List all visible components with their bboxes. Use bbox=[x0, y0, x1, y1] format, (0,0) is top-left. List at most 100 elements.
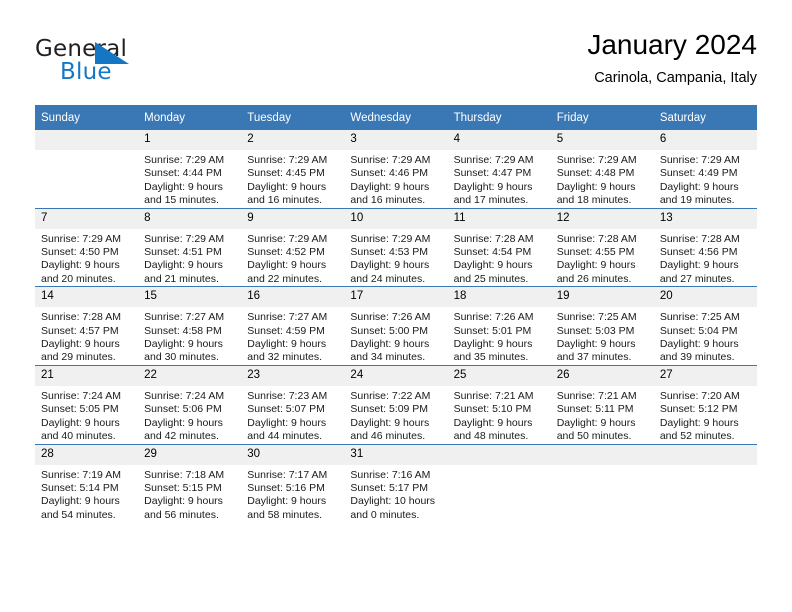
daylight-text-line1: Daylight: 9 hours bbox=[247, 338, 327, 351]
day-details: Sunrise: 7:29 AM Sunset: 4:45 PM Daylight:… bbox=[241, 150, 344, 208]
sunset-text: Sunset: 4:52 PM bbox=[247, 246, 325, 259]
calendar-day-cell[interactable]: 26 Sunrise: 7:21 AM Sunset: 5:11 PM Dayligh… bbox=[550, 364, 654, 444]
calendar-day-cell[interactable]: 10 Sunrise: 7:29 AM Sunset: 4:53 PM Dayligh… bbox=[344, 207, 448, 287]
sunset-text: Sunset: 5:17 PM bbox=[350, 481, 429, 494]
calendar-grid: Sunday Monday Tuesday Wednesday Thursday… bbox=[35, 105, 757, 523]
sunset-text: Sunset: 4:48 PM bbox=[556, 167, 635, 180]
calendar-day-cell[interactable]: 19 Sunrise: 7:25 AM Sunset: 5:03 PM Dayligh… bbox=[550, 286, 654, 366]
day-details: Sunrise: 7:29 AM Sunset: 4:46 PM Daylight:… bbox=[344, 150, 447, 208]
daylight-text-line2: and 22 minutes. bbox=[247, 272, 322, 285]
day-number: 4 bbox=[447, 130, 551, 150]
sunrise-text: Sunrise: 7:29 AM bbox=[556, 154, 637, 166]
day-number: 30 bbox=[241, 444, 345, 465]
sunrise-text: Sunrise: 7:18 AM bbox=[144, 468, 225, 481]
daylight-text-line2: and 20 minutes. bbox=[41, 272, 116, 285]
sunset-text: Sunset: 4:59 PM bbox=[247, 324, 325, 337]
daylight-text-line1: Daylight: 9 hours bbox=[247, 495, 327, 508]
day-details: Sunrise: 7:20 AM Sunset: 5:12 PM Daylight:… bbox=[654, 386, 757, 444]
general-blue-logo: General Blue bbox=[35, 36, 235, 92]
calendar-day-cell[interactable]: 7 Sunrise: 7:29 AM Sunset: 4:50 PM Daylight… bbox=[35, 207, 139, 287]
calendar-day-cell[interactable]: 21 Sunrise: 7:24 AM Sunset: 5:05 PM Dayligh… bbox=[35, 364, 139, 444]
calendar-day-cell[interactable]: 8 Sunrise: 7:29 AM Sunset: 4:51 PM Daylight… bbox=[138, 207, 242, 287]
daylight-text-line2: and 48 minutes. bbox=[453, 430, 529, 443]
day-details: Sunrise: 7:29 AM Sunset: 4:47 PM Daylight:… bbox=[448, 150, 551, 208]
daylight-text-line2: and 44 minutes. bbox=[247, 430, 322, 443]
calendar-day-cell[interactable]: 16 Sunrise: 7:27 AM Sunset: 4:59 PM Dayligh… bbox=[241, 286, 345, 366]
day-details: Sunrise: 7:22 AM Sunset: 5:09 PM Daylight:… bbox=[344, 386, 447, 444]
weekday-header-thursday: Thursday bbox=[447, 105, 551, 130]
calendar-day-cell[interactable]: 11 Sunrise: 7:28 AM Sunset: 4:54 PM Dayligh… bbox=[447, 207, 551, 287]
sunset-text: Sunset: 5:03 PM bbox=[556, 324, 635, 337]
day-number: 25 bbox=[447, 365, 551, 386]
daylight-text-line1: Daylight: 9 hours bbox=[41, 259, 120, 272]
day-number bbox=[35, 130, 139, 150]
day-number: 29 bbox=[138, 444, 242, 465]
day-details: Sunrise: 7:17 AM Sunset: 5:16 PM Daylight:… bbox=[241, 465, 344, 523]
calendar-day-cell[interactable]: 9 Sunrise: 7:29 AM Sunset: 4:52 PM Daylight… bbox=[241, 207, 345, 287]
daylight-text-line1: Daylight: 9 hours bbox=[556, 180, 636, 193]
day-number: 15 bbox=[138, 287, 242, 308]
day-details: Sunrise: 7:29 AM Sunset: 4:52 PM Daylight:… bbox=[241, 229, 344, 287]
calendar-day-cell[interactable]: 14 Sunrise: 7:28 AM Sunset: 4:57 PM Dayligh… bbox=[35, 286, 139, 366]
calendar-day-cell[interactable]: 27 Sunrise: 7:20 AM Sunset: 5:12 PM Dayligh… bbox=[653, 364, 757, 444]
calendar-day-cell[interactable]: 5 Sunrise: 7:29 AM Sunset: 4:48 PM Daylight… bbox=[550, 130, 654, 208]
sunset-text: Sunset: 4:58 PM bbox=[144, 324, 222, 337]
daylight-text-line1: Daylight: 9 hours bbox=[659, 259, 739, 272]
sunrise-text: Sunrise: 7:23 AM bbox=[247, 389, 328, 402]
calendar-day-cell[interactable]: 1 Sunrise: 7:29 AM Sunset: 4:44 PM Daylight… bbox=[138, 130, 242, 208]
daylight-text-line2: and 0 minutes. bbox=[350, 508, 420, 521]
daylight-text-line1: Daylight: 9 hours bbox=[453, 259, 533, 272]
sunset-text: Sunset: 4:47 PM bbox=[453, 167, 532, 180]
calendar-day-cell[interactable]: 15 Sunrise: 7:27 AM Sunset: 4:58 PM Dayligh… bbox=[138, 286, 242, 366]
daylight-text-line1: Daylight: 9 hours bbox=[453, 416, 533, 429]
calendar-day-cell[interactable]: 30 Sunrise: 7:17 AM Sunset: 5:16 PM Dayligh… bbox=[241, 443, 345, 523]
calendar-day-cell[interactable]: 22 Sunrise: 7:24 AM Sunset: 5:06 PM Dayligh… bbox=[138, 364, 242, 444]
sunrise-text: Sunrise: 7:24 AM bbox=[41, 389, 121, 402]
sunset-text: Sunset: 5:09 PM bbox=[350, 403, 429, 416]
sunrise-text: Sunrise: 7:27 AM bbox=[144, 311, 225, 324]
sunset-text: Sunset: 5:10 PM bbox=[453, 403, 532, 416]
sunrise-text: Sunrise: 7:26 AM bbox=[350, 311, 431, 324]
weekday-header-wednesday: Wednesday bbox=[344, 105, 448, 130]
calendar-day-cell[interactable]: 28 Sunrise: 7:19 AM Sunset: 5:14 PM Dayligh… bbox=[35, 443, 139, 523]
calendar-day-cell[interactable]: 6 Sunrise: 7:29 AM Sunset: 4:49 PM Daylight… bbox=[653, 130, 757, 208]
sunset-text: Sunset: 4:53 PM bbox=[350, 246, 429, 259]
sunset-text: Sunset: 5:16 PM bbox=[247, 481, 325, 494]
calendar-day-cell[interactable]: 29 Sunrise: 7:18 AM Sunset: 5:15 PM Dayligh… bbox=[138, 443, 242, 523]
daylight-text-line1: Daylight: 9 hours bbox=[659, 180, 739, 193]
sunset-text: Sunset: 4:44 PM bbox=[144, 167, 222, 180]
calendar-day-cell[interactable]: 4 Sunrise: 7:29 AM Sunset: 4:47 PM Daylight… bbox=[447, 130, 551, 208]
day-details: Sunrise: 7:21 AM Sunset: 5:10 PM Daylight:… bbox=[448, 386, 551, 444]
daylight-text-line2: and 19 minutes. bbox=[659, 194, 735, 207]
daylight-text-line2: and 32 minutes. bbox=[247, 351, 322, 364]
daylight-text-line1: Daylight: 9 hours bbox=[247, 259, 327, 272]
day-number: 5 bbox=[550, 130, 654, 150]
daylight-text-line2: and 16 minutes. bbox=[247, 194, 322, 207]
daylight-text-line1: Daylight: 9 hours bbox=[556, 259, 636, 272]
calendar-day-cell[interactable]: 31 Sunrise: 7:16 AM Sunset: 5:17 PM Dayligh… bbox=[344, 443, 448, 523]
calendar-day-cell[interactable]: 24 Sunrise: 7:22 AM Sunset: 5:09 PM Dayligh… bbox=[344, 364, 448, 444]
day-number bbox=[447, 444, 551, 465]
day-details: Sunrise: 7:25 AM Sunset: 5:03 PM Daylight:… bbox=[551, 307, 654, 365]
sunrise-text: Sunrise: 7:25 AM bbox=[556, 311, 637, 324]
calendar-day-cell[interactable]: 20 Sunrise: 7:25 AM Sunset: 5:04 PM Dayligh… bbox=[653, 286, 757, 366]
calendar-day-cell[interactable]: 23 Sunrise: 7:23 AM Sunset: 5:07 PM Dayligh… bbox=[241, 364, 345, 444]
calendar-day-cell[interactable]: 25 Sunrise: 7:21 AM Sunset: 5:10 PM Dayligh… bbox=[447, 364, 551, 444]
calendar-day-cell[interactable]: 13 Sunrise: 7:28 AM Sunset: 4:56 PM Dayligh… bbox=[653, 207, 757, 287]
sunset-text: Sunset: 5:12 PM bbox=[659, 403, 738, 416]
daylight-text-line2: and 50 minutes. bbox=[556, 430, 632, 443]
day-details: Sunrise: 7:19 AM Sunset: 5:14 PM Daylight:… bbox=[35, 465, 138, 523]
daylight-text-line1: Daylight: 9 hours bbox=[350, 338, 430, 351]
day-number: 17 bbox=[344, 287, 448, 308]
calendar-day-cell[interactable]: 2 Sunrise: 7:29 AM Sunset: 4:45 PM Daylight… bbox=[241, 130, 345, 208]
sunrise-text: Sunrise: 7:21 AM bbox=[453, 389, 534, 402]
calendar-day-cell[interactable]: 18 Sunrise: 7:26 AM Sunset: 5:01 PM Dayligh… bbox=[447, 286, 551, 366]
daylight-text-line2: and 58 minutes. bbox=[247, 508, 322, 521]
daylight-text-line1: Daylight: 9 hours bbox=[41, 495, 120, 508]
calendar-day-cell[interactable]: 12 Sunrise: 7:28 AM Sunset: 4:55 PM Dayligh… bbox=[550, 207, 654, 287]
daylight-text-line2: and 56 minutes. bbox=[144, 508, 219, 521]
calendar-day-cell[interactable]: 17 Sunrise: 7:26 AM Sunset: 5:00 PM Dayligh… bbox=[344, 286, 448, 366]
sunrise-text: Sunrise: 7:29 AM bbox=[453, 154, 534, 166]
calendar-day-cell[interactable]: 3 Sunrise: 7:29 AM Sunset: 4:46 PM Daylight… bbox=[344, 130, 448, 208]
daylight-text-line1: Daylight: 9 hours bbox=[556, 416, 636, 429]
